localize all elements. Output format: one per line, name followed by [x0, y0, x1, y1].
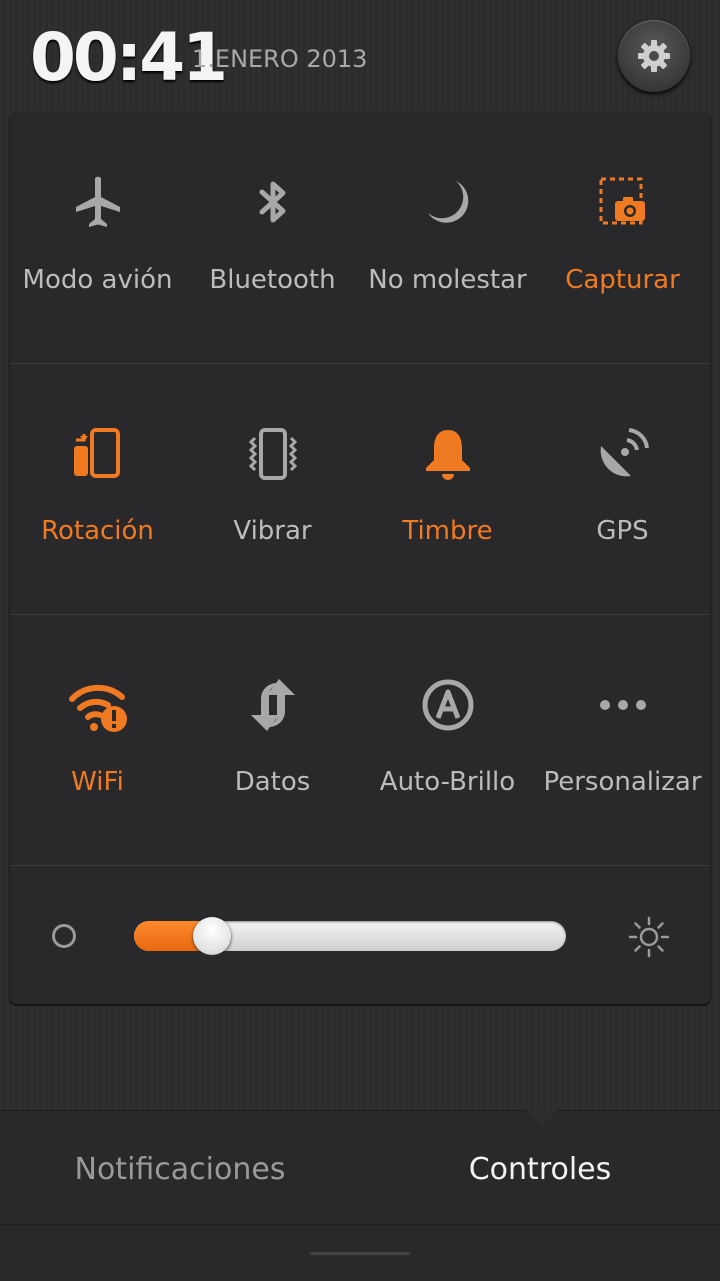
date: 1.ENERO 2013 [192, 45, 368, 73]
gear-icon [638, 40, 670, 72]
toggle-label: Vibrar [233, 516, 312, 546]
toggle-customize[interactable]: Personalizar [535, 615, 710, 865]
drag-handle[interactable] [310, 1252, 410, 1255]
toggle-screenshot[interactable]: Capturar [535, 113, 710, 363]
more-dots-icon [599, 700, 646, 710]
rotation-icon [73, 428, 120, 478]
brightness-slider-thumb[interactable] [193, 917, 231, 955]
auto-brightness-icon [422, 679, 473, 731]
quick-settings-panel: Modo avión Bluetooth No molestar Captura… [10, 113, 710, 1004]
toggle-label: WiFi [71, 767, 124, 797]
status-header: 00:41 1.ENERO 2013 [0, 0, 720, 112]
bell-icon [425, 430, 470, 480]
tab-controls[interactable]: Controles [360, 1145, 720, 1195]
active-tab-pointer [526, 1110, 558, 1126]
toggle-row-1: Modo avión Bluetooth No molestar Captura… [10, 113, 710, 363]
bluetooth-icon [259, 181, 285, 223]
bottom-tab-bar: Notificaciones Controles [0, 1110, 720, 1281]
toggle-label: Datos [234, 767, 311, 797]
toggle-mobile-data[interactable]: Datos [185, 615, 360, 865]
brightness-high-icon [628, 916, 670, 958]
toggle-row-2: Rotación Vibrar Timbre GPS [10, 364, 710, 614]
toggle-airplane-mode[interactable]: Modo avión [10, 113, 185, 363]
settings-button[interactable] [618, 20, 690, 92]
toggle-auto-brightness[interactable]: Auto-Brillo [360, 615, 535, 865]
toggle-ringer[interactable]: Timbre [360, 364, 535, 614]
toggle-label: Timbre [402, 516, 493, 546]
toggle-label: Bluetooth [209, 265, 336, 295]
toggle-label: Capturar [565, 265, 680, 295]
toggle-label: Auto-Brillo [379, 767, 516, 797]
vibrate-icon [248, 428, 297, 480]
tab-notifications[interactable]: Notificaciones [0, 1145, 360, 1195]
toggle-label: Modo avión [22, 265, 173, 295]
brightness-control [10, 866, 710, 1004]
wifi-alert-icon [68, 684, 127, 732]
toggle-row-3: WiFi Datos Auto-Brillo Personalizar [10, 615, 710, 865]
screenshot-icon [599, 177, 645, 225]
toggle-label: Rotación [41, 516, 154, 546]
data-arrows-icon [250, 679, 295, 731]
moon-icon [427, 181, 468, 223]
toggle-label: GPS [596, 516, 649, 546]
brightness-slider[interactable] [134, 917, 566, 955]
toggle-gps[interactable]: GPS [535, 364, 710, 614]
toggle-rotation[interactable]: Rotación [10, 364, 185, 614]
gps-icon [600, 428, 649, 477]
toggle-vibrate[interactable]: Vibrar [185, 364, 360, 614]
airplane-icon [75, 176, 120, 227]
divider [0, 1224, 720, 1225]
toggle-label: Personalizar [543, 767, 702, 797]
brightness-low-icon [52, 924, 76, 948]
toggle-wifi[interactable]: WiFi [10, 615, 185, 865]
toggle-do-not-disturb[interactable]: No molestar [360, 113, 535, 363]
toggle-label: No molestar [368, 265, 527, 295]
toggle-bluetooth[interactable]: Bluetooth [185, 113, 360, 363]
